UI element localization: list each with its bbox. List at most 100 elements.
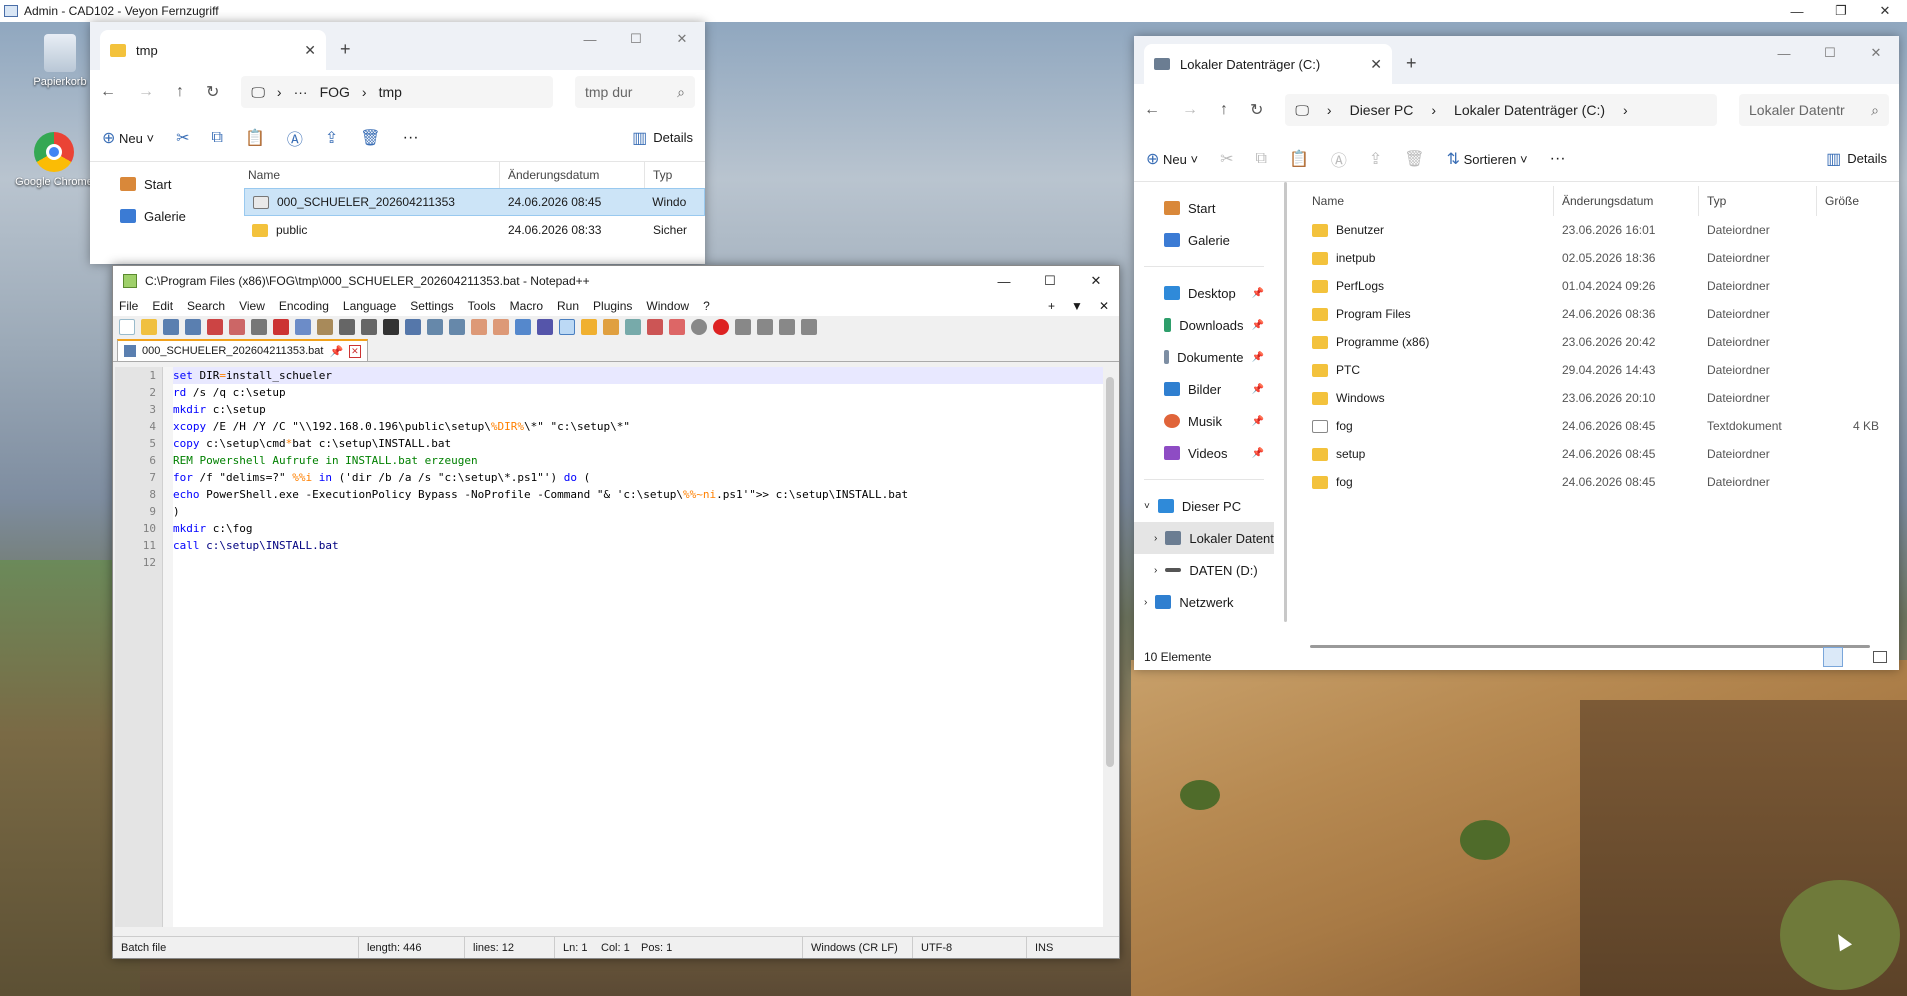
sort-button[interactable]: ⇅ Sortieren ˅ bbox=[1447, 149, 1528, 169]
cut-icon[interactable] bbox=[273, 319, 289, 335]
doc-map-icon[interactable] bbox=[603, 319, 619, 335]
delete-icon[interactable]: 🗑 bbox=[360, 128, 380, 148]
function-list-icon[interactable] bbox=[625, 319, 641, 335]
code-line[interactable]: copy c:\setup\cmd*bat c:\setup\INSTALL.b… bbox=[173, 435, 1117, 452]
cut-icon[interactable]: ✂ bbox=[176, 128, 189, 148]
pin-icon[interactable]: 📌 bbox=[1252, 288, 1264, 299]
paste-icon[interactable]: 📋 bbox=[1289, 149, 1309, 169]
file-row[interactable]: Program Files 24.06.2026 08:36 Dateiordner bbox=[1304, 300, 1899, 328]
code-line[interactable]: echo PowerShell.exe -ExecutionPolicy Byp… bbox=[173, 486, 1117, 503]
details-view-icon[interactable] bbox=[1823, 647, 1843, 667]
column-header-size[interactable]: Größe bbox=[1817, 186, 1887, 216]
new-button[interactable]: ⊕ Neu ˅ bbox=[102, 128, 154, 148]
column-header-name[interactable]: Name bbox=[1304, 186, 1554, 216]
close-button[interactable]: ✕ bbox=[1073, 264, 1119, 298]
code-line[interactable]: set DIR=install_schueler bbox=[173, 367, 1117, 384]
breadcrumb-item[interactable]: tmp bbox=[379, 84, 402, 100]
code-line[interactable]: xcopy /E /H /Y /C "\\192.168.0.196\publi… bbox=[173, 418, 1117, 435]
save-icon[interactable] bbox=[163, 319, 179, 335]
refresh-icon[interactable]: ↻ bbox=[1250, 100, 1263, 120]
back-icon[interactable]: ← bbox=[1144, 101, 1160, 119]
column-header-date[interactable]: Änderungsdatum bbox=[500, 162, 645, 188]
code-line[interactable]: call c:\setup\INSTALL.bat bbox=[173, 537, 1117, 554]
share-icon[interactable]: ⇪ bbox=[1369, 149, 1382, 169]
column-header-date[interactable]: Änderungsdatum bbox=[1554, 186, 1699, 216]
redo-icon[interactable] bbox=[361, 319, 377, 335]
folder-as-workspace-icon[interactable] bbox=[647, 319, 663, 335]
file-row[interactable]: inetpub 02.05.2026 18:36 Dateiordner bbox=[1304, 244, 1899, 272]
find-icon[interactable] bbox=[383, 319, 399, 335]
save-macro-icon[interactable] bbox=[801, 319, 817, 335]
record-macro-icon[interactable] bbox=[713, 319, 729, 335]
desktop-icon-recycle-bin[interactable]: Papierkorb bbox=[20, 34, 100, 88]
monitoring-icon[interactable] bbox=[669, 319, 685, 335]
tree-item-local-disk[interactable]: › Lokaler Datent bbox=[1134, 522, 1274, 554]
tree-item-daten[interactable]: › DATEN (D:) bbox=[1134, 554, 1274, 586]
view-icon[interactable] bbox=[691, 319, 707, 335]
close-tab-icon[interactable]: ✕ bbox=[349, 344, 361, 358]
rename-icon[interactable]: Ⓐ bbox=[1331, 147, 1347, 171]
nav-item-musik[interactable]: Musik 📌 bbox=[1134, 405, 1274, 437]
close-all-icon[interactable] bbox=[229, 319, 245, 335]
new-tab-button[interactable]: + bbox=[1406, 53, 1417, 74]
tab-local-disk[interactable]: Lokaler Datenträger (C:) ✕ bbox=[1144, 44, 1392, 84]
search-input[interactable]: tmp dur ⌕ bbox=[575, 76, 695, 108]
pin-icon[interactable]: 📌 bbox=[1252, 384, 1264, 395]
scrollbar-thumb[interactable] bbox=[1106, 377, 1114, 767]
file-row[interactable]: setup 24.06.2026 08:45 Dateiordner bbox=[1304, 440, 1899, 468]
up-icon[interactable]: ↑ bbox=[1220, 101, 1228, 119]
open-icon[interactable] bbox=[141, 319, 157, 335]
stop-macro-icon[interactable] bbox=[735, 319, 751, 335]
paste-icon[interactable] bbox=[317, 319, 333, 335]
copy-icon[interactable] bbox=[295, 319, 311, 335]
breadcrumb-item[interactable]: Lokaler Datenträger (C:) bbox=[1454, 102, 1605, 118]
restore-button[interactable]: ❐ bbox=[1819, 0, 1863, 22]
file-row[interactable]: fog 24.06.2026 08:45 Dateiordner bbox=[1304, 468, 1899, 496]
menu-item[interactable]: Encoding bbox=[279, 299, 329, 313]
pin-icon[interactable]: 📌 bbox=[1252, 448, 1264, 459]
code-text[interactable]: set DIR=install_schueler rd /s /q c:\setu… bbox=[173, 367, 1117, 927]
nav-item-galerie[interactable]: Galerie bbox=[1134, 224, 1274, 256]
run-macro-multiple-icon[interactable] bbox=[779, 319, 795, 335]
nav-item-downloads[interactable]: Downloads 📌 bbox=[1134, 309, 1274, 341]
undo-icon[interactable] bbox=[339, 319, 355, 335]
minimize-button[interactable]: — bbox=[1775, 0, 1819, 22]
close-document-icon[interactable]: ✕ bbox=[1099, 299, 1109, 313]
rename-icon[interactable]: Ⓐ bbox=[287, 126, 303, 150]
chevron-right-icon[interactable]: › bbox=[1154, 533, 1157, 544]
new-tab-button[interactable]: + bbox=[340, 39, 351, 60]
code-line[interactable]: ) bbox=[173, 503, 1117, 520]
column-header-name[interactable]: Name bbox=[240, 162, 500, 188]
code-line[interactable]: mkdir c:\fog bbox=[173, 520, 1117, 537]
code-line[interactable]: for /f "delims=?" %%i in ('dir /b /a /s … bbox=[173, 469, 1117, 486]
print-icon[interactable] bbox=[251, 319, 267, 335]
copy-icon[interactable]: ⧉ bbox=[1256, 150, 1267, 168]
copy-icon[interactable]: ⧉ bbox=[212, 129, 223, 147]
file-row[interactable]: fog 24.06.2026 08:45 Textdokument 4 KB bbox=[1304, 412, 1899, 440]
more-icon[interactable]: ··· bbox=[403, 129, 419, 147]
breadcrumb-item[interactable]: FOG bbox=[320, 84, 350, 100]
column-header-type[interactable]: Typ bbox=[1699, 186, 1817, 216]
file-row[interactable]: public 24.06.2026 08:33 Sicher bbox=[244, 216, 705, 244]
menu-item[interactable]: Plugins bbox=[593, 299, 632, 313]
menu-item[interactable]: Run bbox=[557, 299, 579, 313]
new-button[interactable]: ⊕ Neu ˅ bbox=[1146, 149, 1198, 169]
chevron-right-icon[interactable]: › bbox=[1154, 565, 1157, 576]
sync-vertical-icon[interactable] bbox=[471, 319, 487, 335]
add-icon[interactable]: + bbox=[1048, 299, 1055, 313]
minimize-button[interactable]: — bbox=[1761, 36, 1807, 70]
pin-icon[interactable]: 📌 bbox=[1252, 416, 1264, 427]
up-icon[interactable]: ↑ bbox=[176, 83, 184, 101]
menu-item[interactable]: Search bbox=[187, 299, 225, 313]
menu-item[interactable]: Tools bbox=[468, 299, 496, 313]
close-icon[interactable] bbox=[207, 319, 223, 335]
nav-item-desktop[interactable]: Desktop 📌 bbox=[1134, 277, 1274, 309]
sync-horizontal-icon[interactable] bbox=[493, 319, 509, 335]
indent-guide-icon[interactable] bbox=[559, 319, 575, 335]
paste-icon[interactable]: 📋 bbox=[245, 128, 265, 148]
show-all-chars-icon[interactable] bbox=[537, 319, 553, 335]
nav-item-start[interactable]: Start bbox=[90, 168, 235, 200]
nav-item-bilder[interactable]: Bilder 📌 bbox=[1134, 373, 1274, 405]
menu-item[interactable]: Edit bbox=[152, 299, 173, 313]
share-icon[interactable]: ⇪ bbox=[325, 128, 338, 148]
